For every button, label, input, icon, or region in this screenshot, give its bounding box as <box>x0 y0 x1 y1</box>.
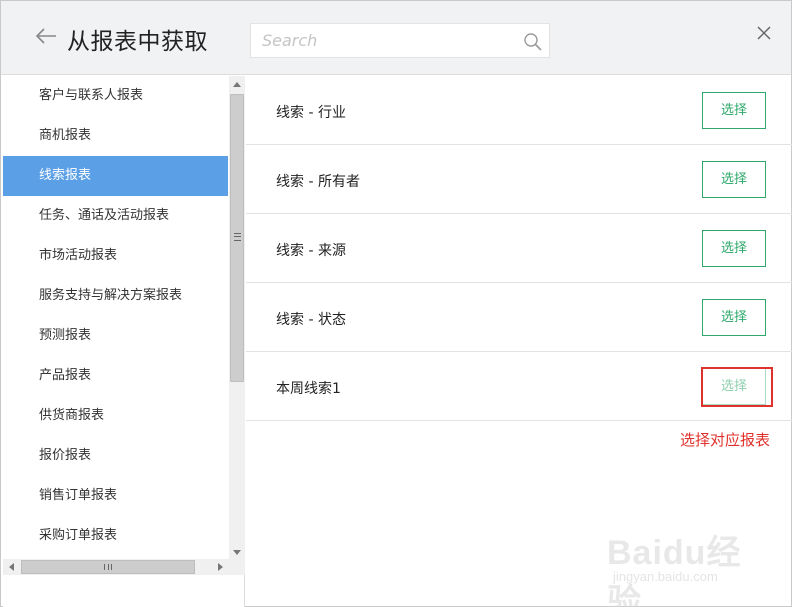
report-row: 线索 - 来源 选择 <box>246 214 792 283</box>
annotation-label: 选择对应报表 <box>680 431 771 449</box>
sidebar-item[interactable]: 任务、通话及活动报表 <box>3 196 228 236</box>
grip-icon <box>104 564 112 570</box>
report-list: 线索 - 行业 选择 线索 - 所有者 选择 线索 - 来源 选择 线索 - 状态 选择 本周线… <box>246 76 792 421</box>
baidu-watermark: Baidu经验 jingyan.baidu.com <box>605 521 765 607</box>
select-button[interactable]: 选择 <box>702 230 766 267</box>
search-box <box>250 23 550 58</box>
report-name: 线索 - 行业 <box>276 105 346 121</box>
report-name: 线索 - 所有者 <box>276 174 360 190</box>
report-row: 线索 - 状态 选择 <box>246 283 792 352</box>
scroll-right-icon[interactable] <box>218 563 223 571</box>
watermark-url: jingyan.baidu.com <box>613 569 718 584</box>
sidebar-item[interactable]: 服务支持与解决方案报表 <box>3 276 228 316</box>
report-category-sidebar: 客户与联系人报表 商机报表 线索报表 任务、通话及活动报表 市场活动报表 服务支持与解决方… <box>3 76 245 607</box>
report-name: 线索 - 状态 <box>276 312 346 328</box>
report-name: 本周线索1 <box>276 381 341 397</box>
arrow-left-icon[interactable] <box>35 25 57 47</box>
close-icon[interactable] <box>755 24 773 42</box>
scroll-left-icon[interactable] <box>9 563 14 571</box>
report-row: 本周线索1 选择 <box>246 352 792 421</box>
scroll-up-icon[interactable] <box>233 82 241 87</box>
sidebar-item[interactable]: 销售订单报表 <box>3 476 228 516</box>
scroll-down-icon[interactable] <box>233 550 241 555</box>
horizontal-scrollbar[interactable] <box>3 559 229 575</box>
sidebar-item[interactable]: 线索报表 <box>3 156 228 196</box>
grip-icon <box>234 233 241 241</box>
report-row: 线索 - 行业 选择 <box>246 76 792 145</box>
sidebar-item[interactable]: 采购订单报表 <box>3 516 228 556</box>
vertical-scroll-thumb[interactable] <box>230 94 244 382</box>
horizontal-scroll-thumb[interactable] <box>21 560 195 574</box>
sidebar-item[interactable]: 报价报表 <box>3 436 228 476</box>
vertical-scrollbar[interactable] <box>229 76 245 559</box>
sidebar-item[interactable]: 预测报表 <box>3 316 228 356</box>
search-icon[interactable] <box>523 32 543 52</box>
report-name: 线索 - 来源 <box>276 243 346 259</box>
sidebar-item[interactable]: 产品报表 <box>3 356 228 396</box>
search-input[interactable] <box>251 24 549 57</box>
select-button[interactable]: 选择 <box>702 92 766 129</box>
watermark-brand: Baidu经验 <box>607 534 742 607</box>
select-button[interactable]: 选择 <box>702 368 766 405</box>
category-list[interactable]: 客户与联系人报表 商机报表 线索报表 任务、通话及活动报表 市场活动报表 服务支持与解决方… <box>3 76 228 559</box>
sidebar-item[interactable]: 供货商报表 <box>3 396 228 436</box>
dialog-title: 从报表中获取 <box>67 29 208 55</box>
scrollbar-corner <box>229 559 245 575</box>
select-button[interactable]: 选择 <box>702 299 766 336</box>
sidebar-item[interactable]: 市场活动报表 <box>3 236 228 276</box>
sidebar-item[interactable]: 客户与联系人报表 <box>3 76 228 116</box>
sidebar-item[interactable]: 商机报表 <box>3 116 228 156</box>
report-picker-dialog: 从报表中获取 客户与联系人报表商机报表线索报表任务、通话及活动报表市场活动报表服… <box>0 0 792 607</box>
dialog-header: 从报表中获取 <box>1 1 791 75</box>
select-button[interactable]: 选择 <box>702 161 766 198</box>
report-row: 线索 - 所有者 选择 <box>246 145 792 214</box>
